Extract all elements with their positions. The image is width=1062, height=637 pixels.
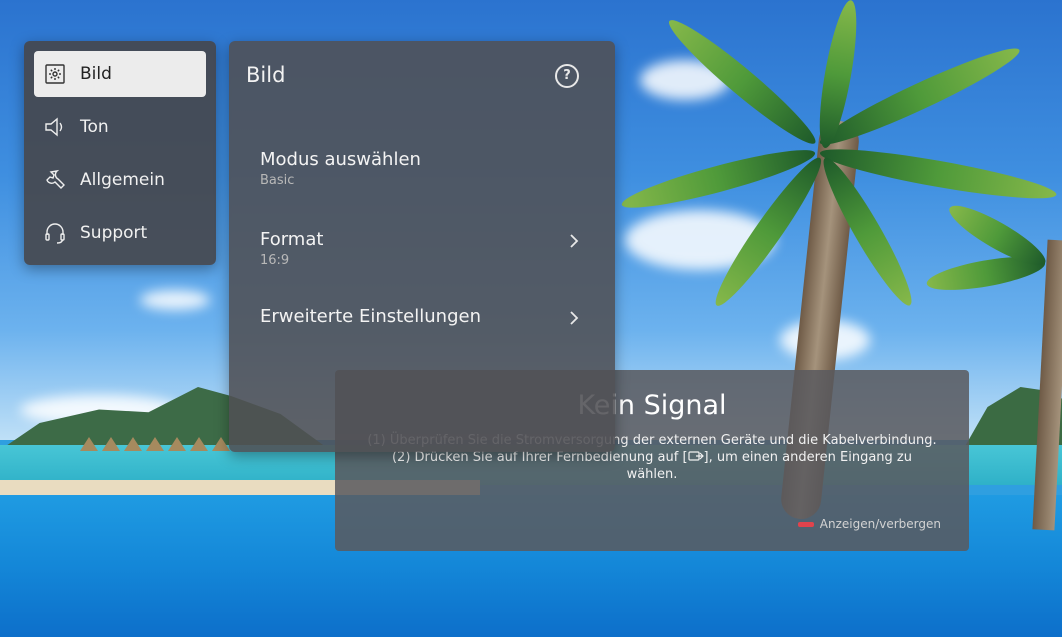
settings-category-menu: Bild Ton Allgemein Support xyxy=(24,41,216,265)
sidebar-item-ton[interactable]: Ton xyxy=(34,104,206,150)
sidebar-item-label: Support xyxy=(80,223,148,243)
sidebar-item-support[interactable]: Support xyxy=(34,210,206,256)
row-label: Modus auswählen xyxy=(260,149,421,170)
sidebar-item-allgemein[interactable]: Allgemein xyxy=(34,157,206,203)
menu-row-mode-select[interactable]: Modus auswählen Basic xyxy=(229,149,615,209)
sidebar-item-label: Allgemein xyxy=(80,170,165,190)
red-key-icon xyxy=(797,521,814,527)
headset-icon xyxy=(42,220,68,246)
show-hide-label: Anzeigen/verbergen xyxy=(819,517,941,531)
dialog-footer[interactable]: Anzeigen/verbergen xyxy=(797,517,941,531)
chevron-right-icon xyxy=(565,232,583,250)
dialog-line-2-start: (2) Drücken Sie auf Ihrer Fernbedienung … xyxy=(391,450,688,465)
row-label: Erweiterte Einstellungen xyxy=(260,306,481,327)
row-value: 16:9 xyxy=(260,253,290,268)
picture-settings-icon xyxy=(42,61,68,87)
speaker-icon xyxy=(42,114,68,140)
question-mark-icon[interactable]: ? xyxy=(555,64,579,88)
page-title: Bild xyxy=(246,63,286,87)
sidebar-item-label: Ton xyxy=(80,117,109,137)
chevron-right-icon xyxy=(565,309,583,327)
menu-row-advanced-settings[interactable]: Erweiterte Einstellungen xyxy=(229,306,615,366)
menu-row-format[interactable]: Format 16:9 xyxy=(229,229,615,289)
sidebar-item-bild[interactable]: Bild xyxy=(34,51,206,97)
picture-settings-panel: Bild ? Modus auswählen Basic Format 16:9… xyxy=(229,41,615,452)
cloud xyxy=(140,290,210,310)
input-source-icon xyxy=(687,451,704,461)
wrench-icon xyxy=(42,167,68,193)
dialog-line-2: (2) Drücken Sie auf Ihrer Fernbedienung … xyxy=(365,449,939,483)
row-value: Basic xyxy=(260,173,295,188)
bungalows xyxy=(80,437,250,457)
row-label: Format xyxy=(260,229,324,250)
sidebar-item-label: Bild xyxy=(80,64,112,84)
